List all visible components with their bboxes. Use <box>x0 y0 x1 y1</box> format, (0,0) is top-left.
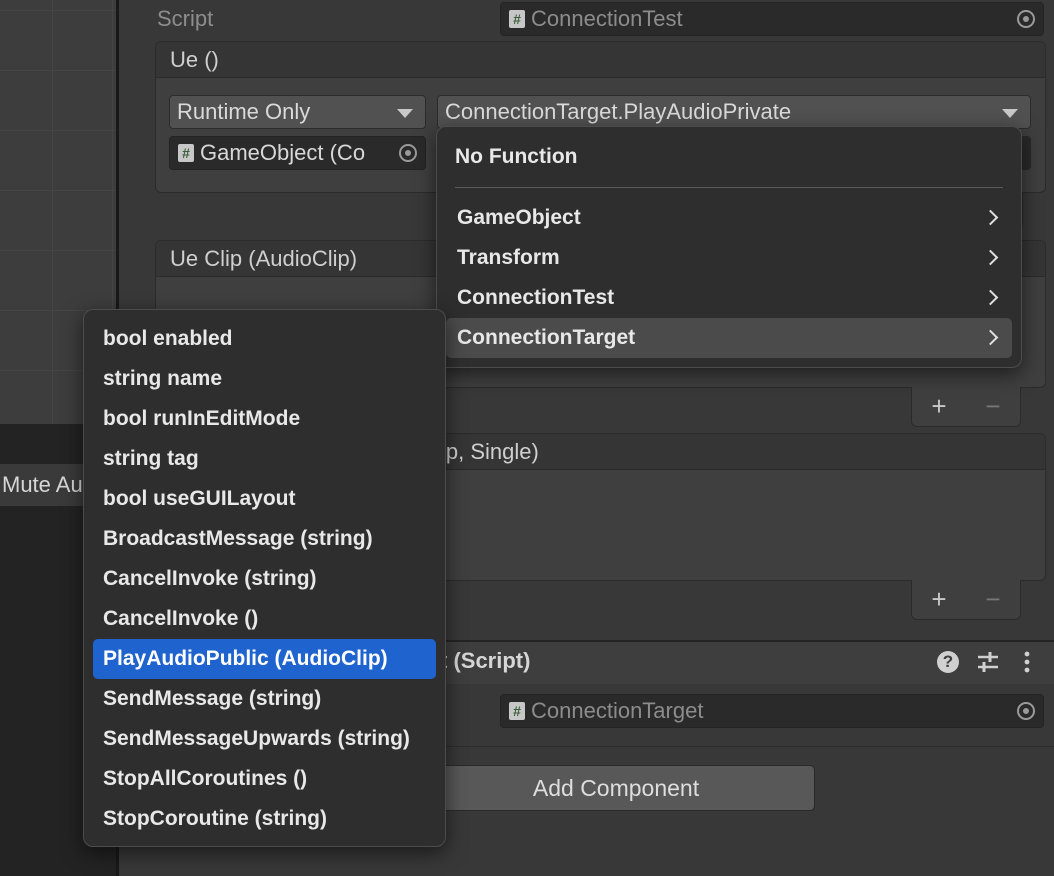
menu-item-label: ConnectionTest <box>457 286 615 309</box>
add-component-button[interactable]: Add Component <box>417 765 815 811</box>
menu-item-no-function[interactable]: No Function <box>437 137 1021 177</box>
submenu-item-string-tag[interactable]: string tag <box>93 439 436 479</box>
target-object-value: GameObject (Co <box>200 140 366 165</box>
menu-item-connectiontarget[interactable]: ConnectionTarget <box>446 318 1012 358</box>
function-value: ConnectionTarget.PlayAudioPrivate <box>445 99 792 124</box>
remove-listener-button[interactable]: − <box>985 584 1000 615</box>
submenu-item-sendmessageupwards[interactable]: SendMessageUpwards (string) <box>93 719 436 759</box>
menu-item-gameobject[interactable]: GameObject <box>446 198 1012 238</box>
submenu-item-broadcastmessage[interactable]: BroadcastMessage (string) <box>93 519 436 559</box>
event-third-list-controls: + − <box>911 580 1021 620</box>
submenu-item-cancelinvoke-string[interactable]: CancelInvoke (string) <box>93 559 436 599</box>
kebab-menu-icon[interactable] <box>1022 650 1032 674</box>
target-object-field[interactable]: # GameObject (Co <box>169 136 426 170</box>
chevron-right-icon <box>982 209 999 226</box>
function-popup-menu: No Function GameObject Transform Connect… <box>436 126 1022 368</box>
object-picker-icon[interactable] <box>1017 702 1035 720</box>
chevron-right-icon <box>982 249 999 266</box>
component-script-field[interactable]: # ConnectionTarget <box>500 694 1044 728</box>
script-label: Script <box>157 6 214 31</box>
menu-item-label: Transform <box>457 246 560 269</box>
submenu-item-bool-enabled[interactable]: bool enabled <box>93 319 436 359</box>
menu-separator <box>455 187 1003 188</box>
script-object-field[interactable]: # ConnectionTest <box>500 2 1044 36</box>
submenu-item-cancelinvoke[interactable]: CancelInvoke () <box>93 599 436 639</box>
event-header-ue: Ue () <box>156 42 1045 78</box>
connectiontarget-submenu: bool enabled string name bool runInEditM… <box>83 309 446 847</box>
script-hash-icon: # <box>509 10 525 28</box>
event-ue-clip-list-controls: + − <box>911 387 1021 427</box>
add-listener-button[interactable]: + <box>931 584 946 615</box>
submenu-item-stopcoroutine[interactable]: StopCoroutine (string) <box>93 799 436 839</box>
chevron-down-icon <box>1002 109 1018 118</box>
chevron-right-icon <box>982 329 999 346</box>
script-value: ConnectionTest <box>531 6 683 31</box>
preset-sliders-icon[interactable] <box>976 651 1000 673</box>
object-hash-icon: # <box>178 144 194 162</box>
menu-item-transform[interactable]: Transform <box>446 238 1012 278</box>
menu-item-label: GameObject <box>457 206 581 229</box>
object-picker-icon[interactable] <box>1017 10 1035 28</box>
chevron-down-icon <box>397 109 413 118</box>
submenu-item-bool-useguilayout[interactable]: bool useGUILayout <box>93 479 436 519</box>
menu-item-label: ConnectionTarget <box>457 326 636 349</box>
runtime-mode-value: Runtime Only <box>177 99 311 124</box>
chevron-right-icon <box>982 289 999 306</box>
help-icon[interactable]: ? <box>937 651 959 673</box>
submenu-item-bool-runineditmode[interactable]: bool runInEditMode <box>93 399 436 439</box>
submenu-item-playaudiopublic[interactable]: PlayAudioPublic (AudioClip) <box>93 639 436 679</box>
submenu-item-string-name[interactable]: string name <box>93 359 436 399</box>
menu-item-connectiontest[interactable]: ConnectionTest <box>446 278 1012 318</box>
remove-listener-button[interactable]: − <box>985 391 1000 422</box>
component-script-value: ConnectionTarget <box>531 698 704 723</box>
runtime-mode-dropdown[interactable]: Runtime Only <box>169 95 426 129</box>
submenu-item-stopallcoroutines[interactable]: StopAllCoroutines () <box>93 759 436 799</box>
submenu-item-sendmessage[interactable]: SendMessage (string) <box>93 679 436 719</box>
object-picker-icon[interactable] <box>399 144 417 162</box>
component-title: t (Script) <box>440 648 531 673</box>
script-hash-icon: # <box>509 702 525 720</box>
function-dropdown[interactable]: ConnectionTarget.PlayAudioPrivate <box>437 95 1031 129</box>
add-listener-button[interactable]: + <box>931 391 946 422</box>
